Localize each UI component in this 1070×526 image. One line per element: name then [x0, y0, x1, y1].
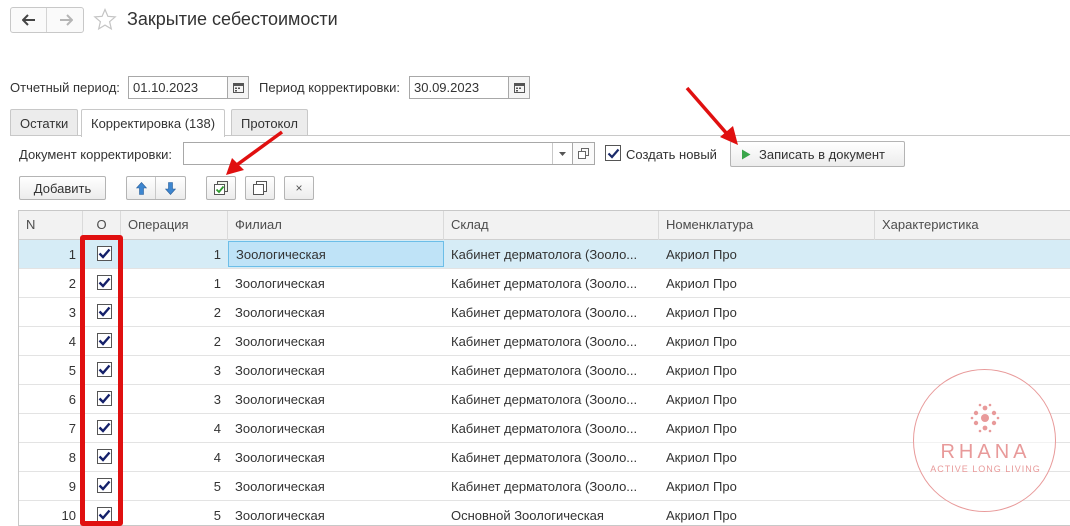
rhana-watermark: RHANA ACTIVE LONG LIVING: [913, 369, 1056, 512]
rhana-brand: RHANA: [940, 441, 1031, 463]
rhana-tagline: ACTIVE LONG LIVING: [930, 464, 1041, 474]
red-arrow-to-check-all: [226, 130, 284, 175]
tab-korrektirovka[interactable]: Корректировка (138): [81, 109, 226, 137]
rhana-logo-icon: [970, 403, 1000, 433]
annotation-arrows: [226, 86, 738, 175]
red-arrow-to-write-button: [685, 86, 738, 145]
